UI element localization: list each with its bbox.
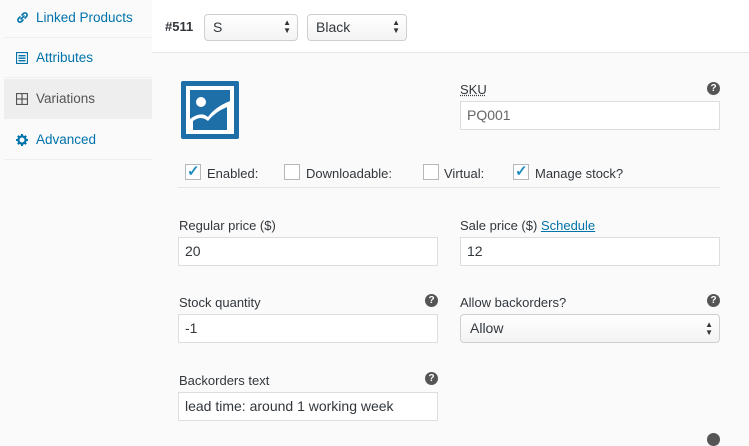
sale-price-label: Sale price ($) Schedule	[460, 218, 595, 233]
stock-quantity-help-icon[interactable]: ?	[425, 294, 438, 307]
sale-price-field[interactable]: 12	[460, 237, 720, 266]
regular-price-field[interactable]: 20	[178, 237, 438, 266]
backorders-text-field[interactable]: lead time: around 1 working week	[178, 392, 438, 421]
backorders-text-help-icon[interactable]: ?	[425, 372, 438, 385]
select-arrows-icon: ▲ ▼	[392, 18, 400, 35]
grid-icon	[15, 92, 29, 106]
sku-help-icon[interactable]: ?	[707, 82, 720, 95]
select-arrows-icon: ▲ ▼	[705, 320, 713, 337]
allow-backorders-value: Allow	[470, 320, 504, 336]
size-select-value: S	[213, 19, 223, 35]
enabled-checkbox[interactable]: ✓	[185, 163, 201, 180]
gear-icon	[15, 133, 29, 147]
manage-stock-label: Manage stock?	[535, 166, 624, 181]
allow-backorders-help-icon[interactable]: ?	[707, 294, 720, 307]
sidebar-item-advanced[interactable]: Advanced	[4, 120, 152, 160]
sidebar-item-label: Linked Products	[36, 10, 133, 25]
variation-image-button[interactable]	[181, 81, 239, 139]
downloadable-label: Downloadable:	[306, 166, 393, 181]
size-select[interactable]: S ▲ ▼	[204, 14, 298, 41]
manage-stock-checkbox[interactable]: ✓	[513, 163, 529, 180]
list-icon	[15, 51, 29, 65]
sale-price-label-text: Sale price ($)	[460, 218, 538, 233]
product-data-tabs: Linked Products Attributes Variations Ad…	[0, 0, 153, 439]
variation-header: #511 S ▲ ▼ Black ▲ ▼	[152, 0, 749, 53]
regular-price-label: Regular price ($)	[179, 218, 276, 233]
divider	[178, 187, 720, 188]
sku-label: SKU	[460, 82, 487, 97]
virtual-label: Virtual:	[444, 166, 485, 181]
image-placeholder-icon	[181, 81, 239, 139]
sidebar-item-linked-products[interactable]: Linked Products	[4, 0, 152, 38]
schedule-link[interactable]: Schedule	[541, 218, 595, 233]
enabled-label: Enabled:	[207, 166, 259, 181]
sku-field[interactable]: PQ001	[460, 101, 720, 130]
virtual-checkbox[interactable]	[423, 164, 439, 180]
checkmark-icon: ✓	[187, 163, 200, 180]
stock-quantity-field[interactable]: -1	[178, 314, 438, 343]
select-arrows-icon: ▲ ▼	[283, 18, 291, 35]
variation-number: #511	[165, 19, 194, 34]
color-select-value: Black	[316, 19, 351, 35]
sidebar-item-attributes[interactable]: Attributes	[4, 38, 152, 78]
checkmark-icon: ✓	[515, 163, 528, 180]
backorders-text-label: Backorders text	[179, 373, 270, 388]
sidebar-item-label: Variations	[36, 91, 96, 106]
allow-backorders-select[interactable]: Allow ▲ ▼	[460, 314, 720, 343]
sidebar-item-variations[interactable]: Variations	[4, 79, 152, 119]
partial-help-icon	[707, 433, 720, 446]
allow-backorders-label: Allow backorders?	[460, 295, 567, 310]
sidebar-item-label: Advanced	[36, 132, 97, 147]
link-icon	[15, 11, 29, 25]
sidebar-item-label: Attributes	[36, 50, 94, 65]
stock-quantity-label: Stock quantity	[179, 295, 261, 310]
color-select[interactable]: Black ▲ ▼	[307, 14, 407, 41]
downloadable-checkbox[interactable]	[284, 164, 300, 180]
